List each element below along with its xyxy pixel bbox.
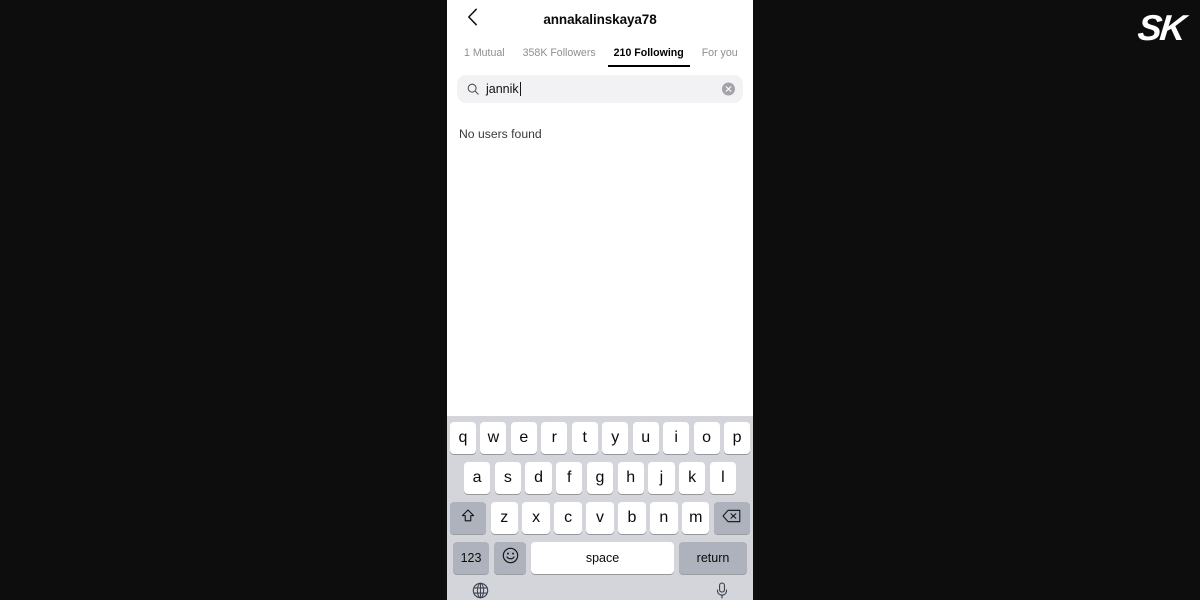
key-v[interactable]: v: [586, 502, 614, 534]
key-c[interactable]: c: [554, 502, 582, 534]
globe-key[interactable]: [472, 582, 489, 599]
tab-followers[interactable]: 358K Followers: [514, 39, 605, 67]
chevron-left-icon: [467, 8, 478, 31]
keyboard-row-2: a s d f g h j k l: [450, 462, 750, 494]
phone-screen: annakalinskaya78 1 Mutual 358K Followers…: [447, 0, 753, 600]
numbers-key[interactable]: 123: [453, 542, 489, 574]
sportskeeda-watermark: SK: [1135, 7, 1187, 48]
on-screen-keyboard: q w e r t y u i o p a s d f g h j k l z …: [447, 416, 753, 600]
key-j[interactable]: j: [648, 462, 675, 494]
key-q[interactable]: q: [449, 422, 476, 454]
search-results-area: No users found: [447, 109, 753, 416]
emoji-key[interactable]: [494, 542, 526, 574]
key-a[interactable]: a: [464, 462, 491, 494]
key-e[interactable]: e: [510, 422, 537, 454]
key-k[interactable]: k: [679, 462, 706, 494]
search-text: jannik: [486, 82, 521, 96]
keyboard-row-1: q w e r t y u i o p: [449, 422, 751, 454]
key-p[interactable]: p: [724, 422, 751, 454]
search-query: jannik: [486, 82, 519, 96]
key-u[interactable]: u: [632, 422, 659, 454]
microphone-icon: [716, 582, 728, 599]
keyboard-row-3: z x c v b n m: [450, 502, 750, 534]
keyboard-bottom-bar: [450, 578, 750, 600]
key-o[interactable]: o: [693, 422, 720, 454]
backspace-icon: [722, 509, 741, 528]
key-w[interactable]: w: [480, 422, 507, 454]
back-button[interactable]: [459, 7, 485, 33]
key-z[interactable]: z: [490, 502, 518, 534]
key-g[interactable]: g: [586, 462, 614, 494]
key-i[interactable]: i: [663, 422, 690, 454]
tab-following[interactable]: 210 Following: [605, 39, 693, 67]
space-key[interactable]: space: [531, 542, 674, 574]
profile-tabs: 1 Mutual 358K Followers 210 Following Fo…: [447, 39, 753, 67]
key-l[interactable]: l: [709, 462, 736, 494]
clear-circle-icon: [725, 86, 732, 92]
key-n[interactable]: n: [650, 502, 678, 534]
tab-for-you[interactable]: For you: [693, 39, 747, 67]
key-r[interactable]: r: [541, 422, 568, 454]
key-h[interactable]: h: [617, 462, 644, 494]
key-y[interactable]: y: [602, 422, 629, 454]
microphone-key[interactable]: [716, 582, 728, 599]
key-m[interactable]: m: [682, 502, 710, 534]
key-x[interactable]: x: [522, 502, 550, 534]
search-input[interactable]: jannik: [457, 75, 743, 103]
keyboard-row-4: 123 space return: [450, 542, 750, 574]
search-section: jannik: [447, 67, 753, 109]
key-f[interactable]: f: [556, 462, 583, 494]
emoji-smiley-icon: [502, 547, 519, 569]
no-results-message: No users found: [459, 127, 542, 141]
clear-search-button[interactable]: [722, 82, 735, 96]
key-d[interactable]: d: [525, 462, 552, 494]
navigation-bar: annakalinskaya78: [447, 0, 753, 39]
search-icon: [467, 83, 479, 95]
shift-arrow-icon: [460, 508, 476, 529]
page-title: annakalinskaya78: [543, 12, 657, 27]
key-s[interactable]: s: [494, 462, 521, 494]
key-b[interactable]: b: [618, 502, 646, 534]
tab-mutual[interactable]: 1 Mutual: [455, 39, 514, 67]
key-t[interactable]: t: [571, 422, 598, 454]
text-caret: [519, 82, 521, 96]
globe-icon: [472, 582, 489, 599]
shift-key[interactable]: [450, 502, 487, 534]
return-key[interactable]: return: [679, 542, 747, 574]
backspace-key[interactable]: [713, 502, 750, 534]
